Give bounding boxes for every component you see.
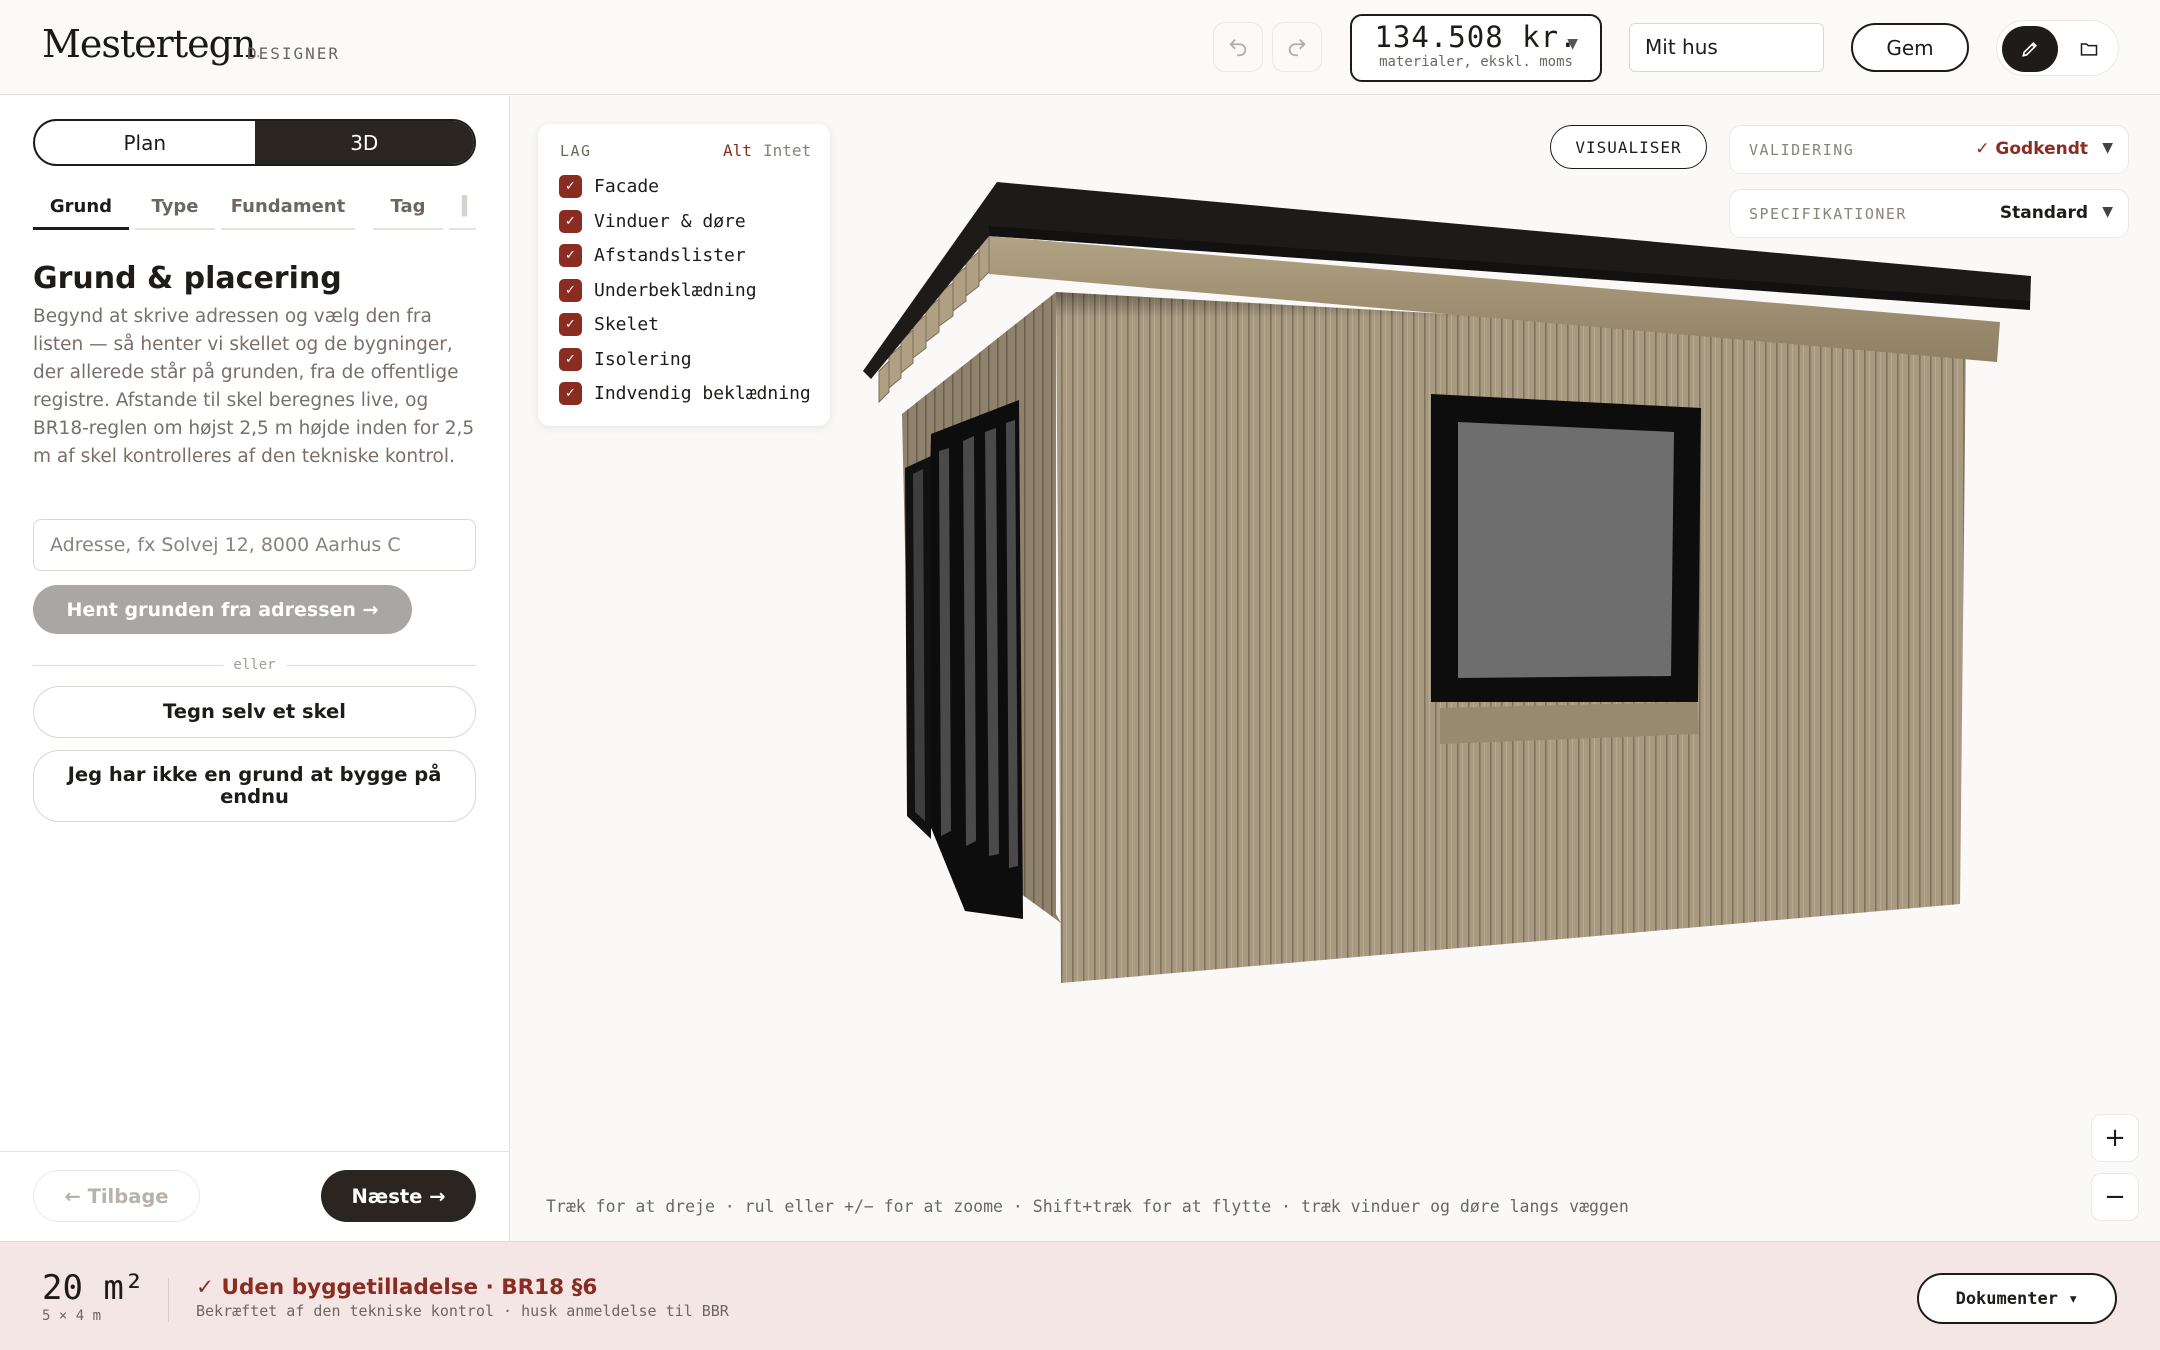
back-button[interactable]: ← Tilbage <box>33 1170 200 1222</box>
permit-subtitle: Bekræftet af den tekniske kontrol · husk… <box>196 1302 729 1320</box>
mode-toggle <box>1996 20 2119 76</box>
specifications-value: Standard <box>1999 203 2088 223</box>
layers-select-none[interactable]: Intet <box>763 141 811 160</box>
validation-label: VALIDERING <box>1749 141 1855 159</box>
layer-label: Isolering <box>594 348 692 370</box>
view-toggle: Plan 3D <box>33 119 476 166</box>
price-summary[interactable]: 134.508 kr. ▼ materialer, ekskl. moms <box>1350 14 1602 82</box>
folder-icon <box>2080 43 2098 56</box>
zoom-out-button[interactable]: − <box>2091 1173 2139 1221</box>
chevron-down-icon: ▼ <box>2102 204 2113 220</box>
tab-fundament[interactable]: Fundament <box>221 194 355 230</box>
or-label: eller <box>233 657 276 673</box>
tab-type[interactable]: Type <box>135 194 215 230</box>
checkbox-checked-icon[interactable]: ✓ <box>559 278 582 302</box>
specifications-panel[interactable]: SPECIFIKATIONER Standard ▼ <box>1729 189 2129 238</box>
top-bar: Mestertegn. DESIGNER 134.508 kr. ▼ mater… <box>0 0 2160 95</box>
layer-label: Vinduer & døre <box>594 210 746 232</box>
project-name-field[interactable]: Mit hus <box>1629 23 1824 72</box>
checkbox-checked-icon[interactable]: ✓ <box>559 174 582 198</box>
section-title: Grund & placering <box>33 261 342 296</box>
redo-button[interactable] <box>1272 22 1322 72</box>
tab-tag[interactable]: Tag <box>373 194 443 230</box>
save-button[interactable]: Gem <box>1851 23 1969 72</box>
next-button[interactable]: Næste → <box>321 1170 476 1222</box>
documents-button[interactable]: Dokumenter ▾ <box>1917 1273 2117 1324</box>
layer-item-battens[interactable]: ✓ Afstandslister <box>559 242 746 268</box>
zoom-in-button[interactable]: + <box>2091 1114 2139 1162</box>
logo: Mestertegn. <box>42 22 261 66</box>
divider <box>168 1278 169 1322</box>
layer-item-interior-cladding[interactable]: ✓ Indvendig beklædning <box>559 380 811 406</box>
layers-select-all[interactable]: Alt <box>723 141 752 160</box>
section-description: Begynd at skrive adressen og vælg den fr… <box>33 306 475 467</box>
step-tabs: Grund Type Fundament Tag ▍ <box>33 194 476 230</box>
draw-boundary-button[interactable]: Tegn selv et skel <box>33 686 476 738</box>
layers-title: LAG <box>560 142 592 160</box>
validation-status: ✓ Godkendt <box>1975 139 2088 159</box>
undo-icon <box>1229 39 1247 57</box>
tab-grund[interactable]: Grund <box>33 194 129 230</box>
app-tagline: DESIGNER <box>247 44 341 63</box>
chevron-down-icon: ▼ <box>1567 36 1578 52</box>
redo-icon <box>1288 39 1306 57</box>
specifications-label: SPECIFIKATIONER <box>1749 205 1907 223</box>
tab-overflow[interactable]: ▍ <box>449 194 476 230</box>
3d-view-button[interactable]: 3D <box>254 121 474 164</box>
layer-label: Skelet <box>594 313 660 335</box>
chevron-down-icon: ▼ <box>2102 140 2113 156</box>
checkbox-checked-icon[interactable]: ✓ <box>559 243 582 267</box>
pencil-icon <box>2022 41 2038 57</box>
price-value: 134.508 kr. <box>1374 20 1578 54</box>
files-mode-button[interactable] <box>2063 26 2115 72</box>
no-plot-button[interactable]: Jeg har ikke en grund at bygge på endnu <box>33 750 476 822</box>
layers-panel: LAG Alt Intet ✓ Facade ✓ Vinduer & døre ✓ A… <box>538 124 830 426</box>
layer-item-insulation[interactable]: ✓ Isolering <box>559 346 692 372</box>
undo-button[interactable] <box>1213 22 1263 72</box>
or-divider: eller <box>33 657 476 673</box>
house <box>863 182 2031 983</box>
layer-label: Underbeklædning <box>594 279 757 301</box>
checkbox-checked-icon[interactable]: ✓ <box>559 347 582 371</box>
checkbox-checked-icon[interactable]: ✓ <box>559 312 582 336</box>
layer-label: Afstandslister <box>594 244 746 266</box>
layer-item-windows-doors[interactable]: ✓ Vinduer & døre <box>559 208 746 234</box>
layer-item-sheathing[interactable]: ✓ Underbeklædning <box>559 277 757 303</box>
edit-mode-button[interactable] <box>2002 26 2058 72</box>
sidebar-footer: ← Tilbage Næste → <box>0 1151 510 1241</box>
sidebar: Plan 3D Grund Type Fundament Tag ▍ Grund… <box>0 96 510 1241</box>
area-dimensions: 5 × 4 m <box>42 1308 102 1324</box>
status-bar: 20 m² 5 × 4 m ✓ Uden byggetilladelse · B… <box>0 1241 2160 1350</box>
price-caption: materialer, ekskl. moms <box>1379 54 1573 70</box>
controls-hint: Træk for at dreje · rul eller +/− for at… <box>546 1197 1629 1216</box>
validation-panel[interactable]: VALIDERING ✓ Godkendt ▼ <box>1729 125 2129 174</box>
checkbox-checked-icon[interactable]: ✓ <box>559 209 582 233</box>
layer-item-frame[interactable]: ✓ Skelet <box>559 311 659 337</box>
fetch-plot-button[interactable]: Hent grunden fra adressen → <box>33 585 412 634</box>
area-value: 20 m² <box>42 1268 145 1308</box>
layer-label: Indvendig beklædning <box>594 382 811 404</box>
3d-viewport[interactable]: LAG Alt Intet ✓ Facade ✓ Vinduer & døre ✓ A… <box>511 96 2160 1241</box>
address-input[interactable]: Adresse, fx Solvej 12, 8000 Aarhus C <box>33 519 476 571</box>
layer-item-facade[interactable]: ✓ Facade <box>559 173 659 199</box>
visualise-button[interactable]: VISUALISER <box>1550 125 1707 169</box>
plan-view-button[interactable]: Plan <box>35 121 255 164</box>
layer-label: Facade <box>594 175 660 197</box>
permit-status: ✓ Uden byggetilladelse · BR18 §6 <box>196 1275 598 1300</box>
checkbox-checked-icon[interactable]: ✓ <box>559 381 582 405</box>
